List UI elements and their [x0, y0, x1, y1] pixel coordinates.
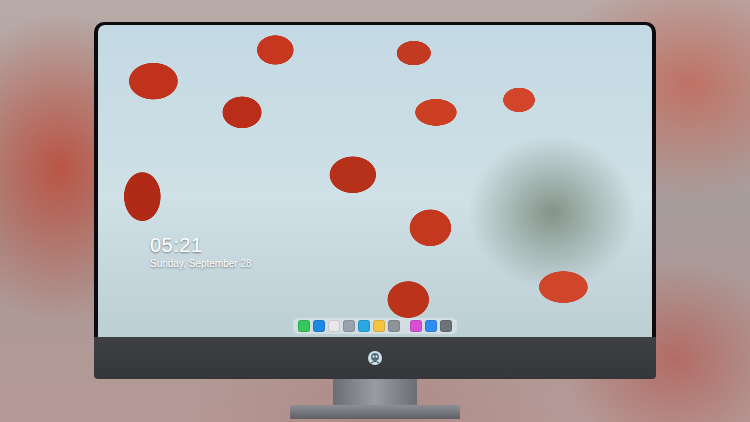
- date: Sunday, September 28: [150, 257, 652, 270]
- app-icon[interactable]: [313, 320, 325, 332]
- monitor: 05:21Sunday, September 28: [94, 22, 656, 419]
- monitor-bezel: 05:21Sunday, September 28: [94, 22, 656, 337]
- clock: 05:21Sunday, September 28: [98, 233, 652, 270]
- app-icon[interactable]: [388, 320, 400, 332]
- lock-screen[interactable]: 05:21Sunday, September 28: [98, 25, 652, 337]
- time: 05:21: [150, 233, 652, 257]
- app-icon[interactable]: [358, 320, 370, 332]
- app-icon[interactable]: [440, 320, 452, 332]
- dock: [293, 318, 457, 334]
- app-icon[interactable]: [425, 320, 437, 332]
- app-icon[interactable]: [343, 320, 355, 332]
- dock-group: [298, 320, 400, 332]
- monitor-chin: [94, 337, 656, 379]
- dock-group: [410, 320, 452, 332]
- monitor-stand-neck: [333, 379, 417, 405]
- app-icon[interactable]: [373, 320, 385, 332]
- app-icon[interactable]: [328, 320, 340, 332]
- page: 05:21Sunday, September 28: [0, 0, 750, 422]
- logo-icon: [367, 350, 383, 366]
- app-icon[interactable]: [410, 320, 422, 332]
- app-icon[interactable]: [298, 320, 310, 332]
- monitor-stand-base: [290, 405, 460, 419]
